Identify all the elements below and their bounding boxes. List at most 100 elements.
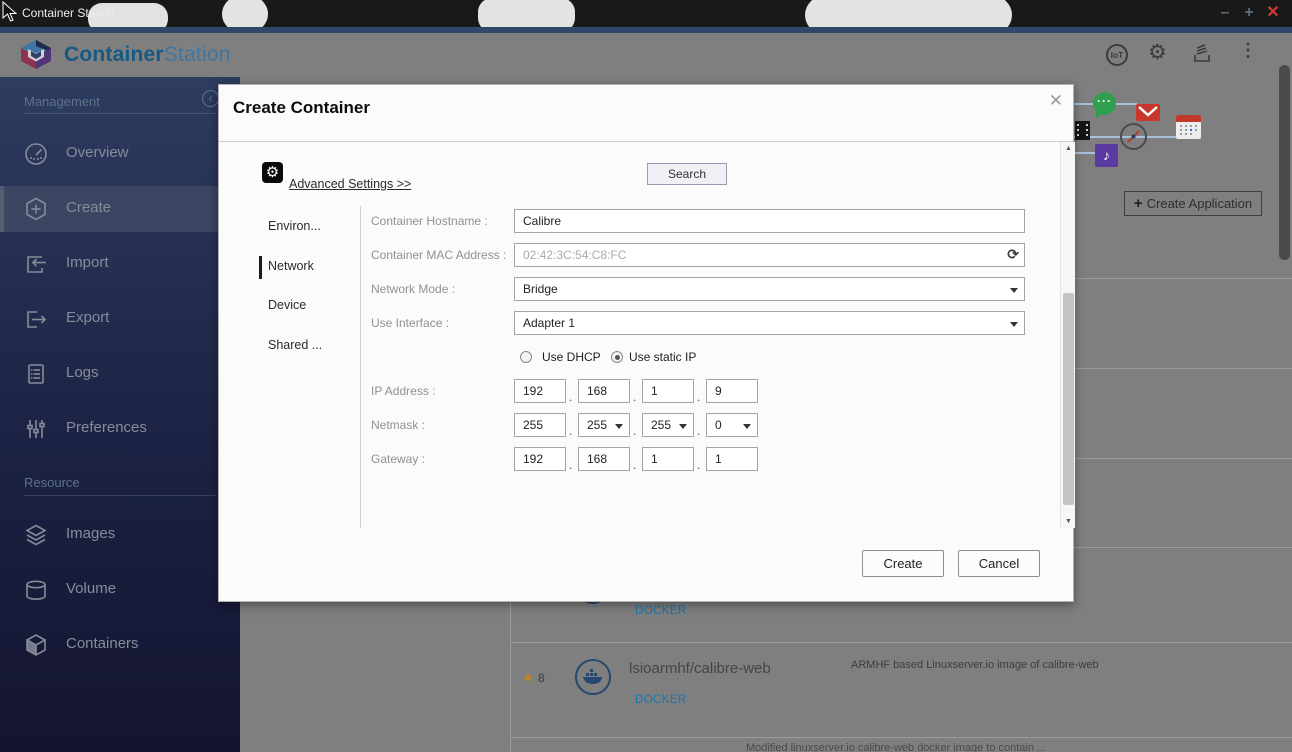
image-description: Modified linuxserver.io calibre-web dock… <box>746 742 1047 752</box>
sidebar-item-label: Images <box>66 525 116 542</box>
mac-address-field: ⟳ <box>514 243 1025 267</box>
minimize-button[interactable]: – <box>1216 4 1234 22</box>
hostname-label: Container Hostname : <box>371 214 488 228</box>
ip-octet-3[interactable] <box>642 379 694 403</box>
window-titlebar[interactable]: Container Station – + ✕ <box>0 0 1292 27</box>
gateway-octet-3[interactable] <box>642 447 694 471</box>
cancel-button[interactable]: Cancel <box>958 550 1040 577</box>
octet-separator: . <box>569 458 573 472</box>
radio-use-dhcp[interactable] <box>520 351 532 363</box>
divider <box>360 206 361 528</box>
scroll-down-icon[interactable]: ▼ <box>1061 518 1076 525</box>
octet-separator: . <box>697 458 701 472</box>
tab-device[interactable]: Device <box>268 298 306 312</box>
selected-tab-indicator <box>259 256 262 279</box>
image-name[interactable]: lsioarmhf/calibre-web <box>629 660 771 677</box>
hostname-input[interactable] <box>514 209 1025 233</box>
docker-badge: DOCKER <box>635 694 687 706</box>
advanced-settings-link[interactable]: Advanced Settings >> <box>289 177 411 191</box>
octet-separator: . <box>569 424 573 438</box>
octet-separator: . <box>697 424 701 438</box>
netmask-octet-1[interactable] <box>514 413 566 437</box>
interface-select[interactable]: Adapter 1 <box>514 311 1025 335</box>
netmask-octet-2-select[interactable]: 255 <box>578 413 630 437</box>
sidebar-item-containers[interactable]: Containers <box>0 622 240 668</box>
chevron-down-icon <box>615 424 623 429</box>
iot-icon[interactable]: IoT <box>1106 44 1128 66</box>
use-static-ip-label: Use static IP <box>629 350 697 364</box>
sidebar-item-label: Volume <box>66 580 117 597</box>
ip-octet-2[interactable] <box>578 379 630 403</box>
section-label-resource: Resource <box>24 475 80 490</box>
network-mode-select[interactable]: Bridge <box>514 277 1025 301</box>
netmask-octet-3-select[interactable]: 255 <box>642 413 694 437</box>
sidebar-item-export[interactable]: Export <box>0 296 240 342</box>
result-row-partial: Modified linuxserver.io calibre-web dock… <box>511 737 1292 752</box>
sidebar-item-overview[interactable]: Overview <box>0 131 240 177</box>
ip-octet-4[interactable] <box>706 379 758 403</box>
app-window: ··· ♪ +Create Application Install <box>0 0 1292 752</box>
octet-separator: . <box>633 458 637 472</box>
sidebar-item-import[interactable]: Import <box>0 241 240 287</box>
netmask-octet-4-value: 0 <box>715 418 722 432</box>
sidebar-item-logs[interactable]: Logs <box>0 351 240 397</box>
compass-icon <box>1120 123 1147 150</box>
wallpaper-blob <box>222 0 268 27</box>
gateway-octet-1[interactable] <box>514 447 566 471</box>
tab-environment[interactable]: Environ... <box>268 219 321 233</box>
sidebar-item-volume[interactable]: Volume <box>0 567 240 613</box>
mac-refresh-icon[interactable]: ⟳ <box>1007 246 1019 263</box>
create-button[interactable]: Create <box>862 550 944 577</box>
sidebar-item-images[interactable]: Images <box>0 512 240 558</box>
ip-octet-1[interactable] <box>514 379 566 403</box>
speedometer-icon <box>25 143 47 165</box>
gateway-label: Gateway : <box>371 452 426 466</box>
chevron-down-icon <box>743 424 751 429</box>
advanced-settings-gear-icon: ⚙ <box>262 162 283 183</box>
scroll-up-icon[interactable]: ▲ <box>1061 145 1076 152</box>
netmask-label: Netmask : <box>371 418 426 432</box>
sidebar-item-preferences[interactable]: Preferences <box>0 406 240 452</box>
sidebar-item-create[interactable]: Create <box>0 186 240 232</box>
radio-selected-dot <box>614 354 620 360</box>
dialog-scrollbar[interactable]: ▲ ▼ <box>1060 142 1075 528</box>
gear-icon[interactable]: ⚙ <box>1148 40 1167 65</box>
sidebar-item-label: Preferences <box>66 419 147 436</box>
result-row-calibre-web: ★ 8 lsioarmhf/calibre-web ARMHF based Li… <box>511 642 1292 737</box>
sidebar-collapse-button[interactable]: ‹ <box>202 90 219 107</box>
cube-icon <box>26 634 46 656</box>
chevron-down-icon <box>1010 322 1018 327</box>
gateway-octet-2[interactable] <box>578 447 630 471</box>
radio-use-static-ip[interactable] <box>611 351 623 363</box>
star-count: 8 <box>538 671 545 685</box>
dialog-title: Create Container <box>233 98 370 117</box>
tab-shared[interactable]: Shared ... <box>268 338 322 352</box>
chevron-down-icon <box>679 424 687 429</box>
gateway-octet-4[interactable] <box>706 447 758 471</box>
page-scrollbar[interactable] <box>1279 65 1290 260</box>
create-container-dialog: Create Container ✕ ⚙ Advanced Settings >… <box>218 84 1075 602</box>
background-tasks-icon[interactable] <box>1191 42 1213 69</box>
interface-label: Use Interface : <box>371 316 450 330</box>
create-application-button[interactable]: + Create Application <box>1124 191 1262 216</box>
divider <box>24 113 216 114</box>
mac-address-input[interactable] <box>514 243 1025 267</box>
mail-icon <box>1136 104 1160 121</box>
search-button[interactable]: Search <box>647 163 727 185</box>
tab-network[interactable]: Network <box>268 259 314 273</box>
netmask-octet-2-value: 255 <box>587 418 608 432</box>
octet-separator: . <box>633 390 637 404</box>
layers-icon <box>25 524 47 546</box>
dialog-scrollbar-thumb[interactable] <box>1063 293 1074 505</box>
hexagon-plus-icon <box>26 197 46 221</box>
dialog-close-icon[interactable]: ✕ <box>1049 91 1063 111</box>
netmask-octet-4-select[interactable]: 0 <box>706 413 758 437</box>
maximize-button[interactable]: + <box>1240 4 1258 22</box>
chat-icon: ··· <box>1093 92 1116 119</box>
sidebar-item-label: Import <box>66 254 109 271</box>
more-menu-icon[interactable]: ⋮ <box>1239 40 1257 61</box>
network-mode-value: Bridge <box>523 282 558 296</box>
close-button[interactable]: ✕ <box>1264 4 1282 22</box>
sidebar-item-label: Containers <box>66 635 139 652</box>
export-icon <box>27 311 47 328</box>
